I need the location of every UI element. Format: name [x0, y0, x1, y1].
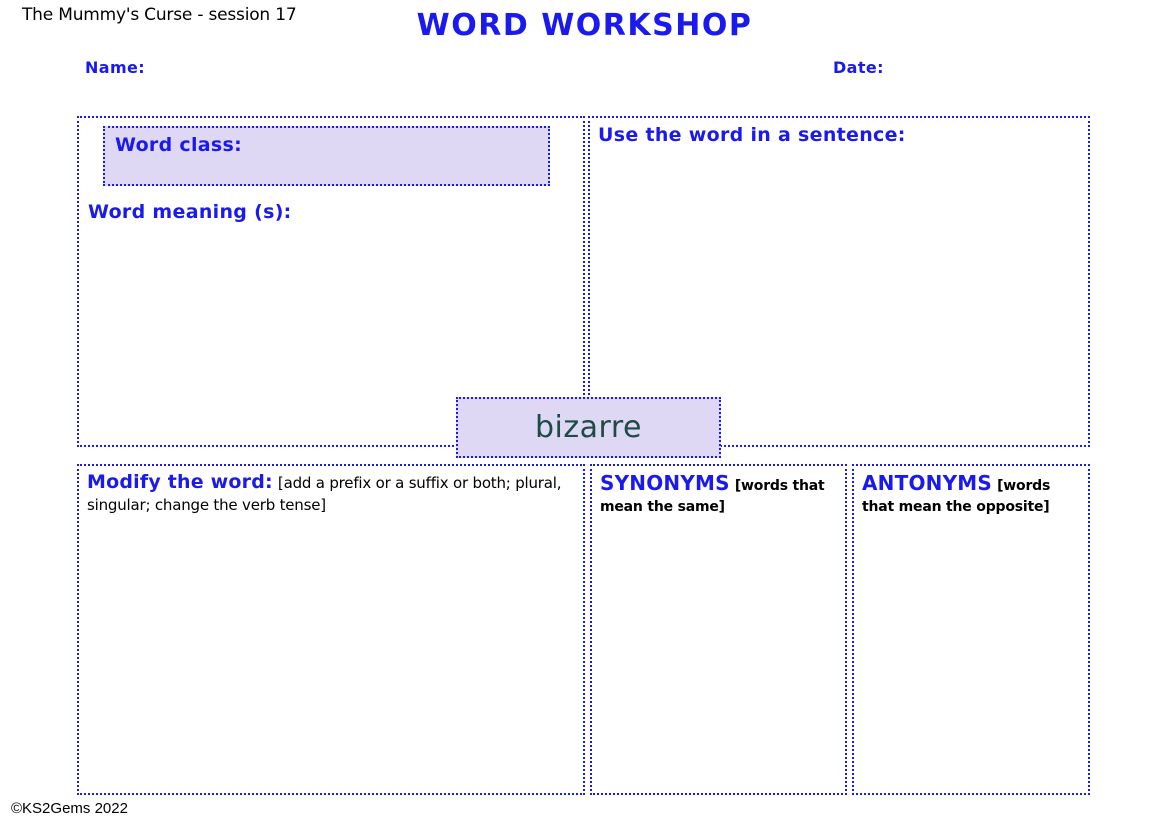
synonyms-panel[interactable]: SYNONYMS [words that mean the same]: [590, 464, 847, 795]
focus-word-box: bizarre: [456, 397, 721, 458]
copyright-notice: ©KS2Gems 2022: [11, 800, 128, 817]
page-title: WORD WORKSHOP: [416, 8, 753, 43]
date-field-label: Date:: [833, 58, 884, 77]
synonyms-label: SYNONYMS: [600, 471, 730, 495]
antonyms-panel[interactable]: ANTONYMS [words that mean the opposite]: [852, 464, 1090, 795]
word-class-answer-box[interactable]: Word class:: [103, 126, 550, 186]
modify-the-word-label: Modify the word:: [87, 471, 273, 493]
modify-the-word-panel[interactable]: Modify the word: [add a prefix or a suff…: [77, 464, 585, 795]
focus-word-text: bizarre: [535, 410, 642, 445]
antonyms-heading: ANTONYMS [words that mean the opposite]: [862, 471, 1082, 517]
synonyms-heading: SYNONYMS [words that mean the same]: [600, 471, 839, 517]
name-field-label: Name:: [85, 58, 146, 77]
use-in-sentence-label: Use the word in a sentence:: [598, 124, 906, 146]
word-meaning-label: Word meaning (s):: [88, 201, 292, 223]
antonyms-label: ANTONYMS: [862, 471, 992, 495]
modify-the-word-heading: Modify the word: [add a prefix or a suff…: [87, 471, 577, 515]
word-class-label: Word class:: [115, 134, 243, 156]
